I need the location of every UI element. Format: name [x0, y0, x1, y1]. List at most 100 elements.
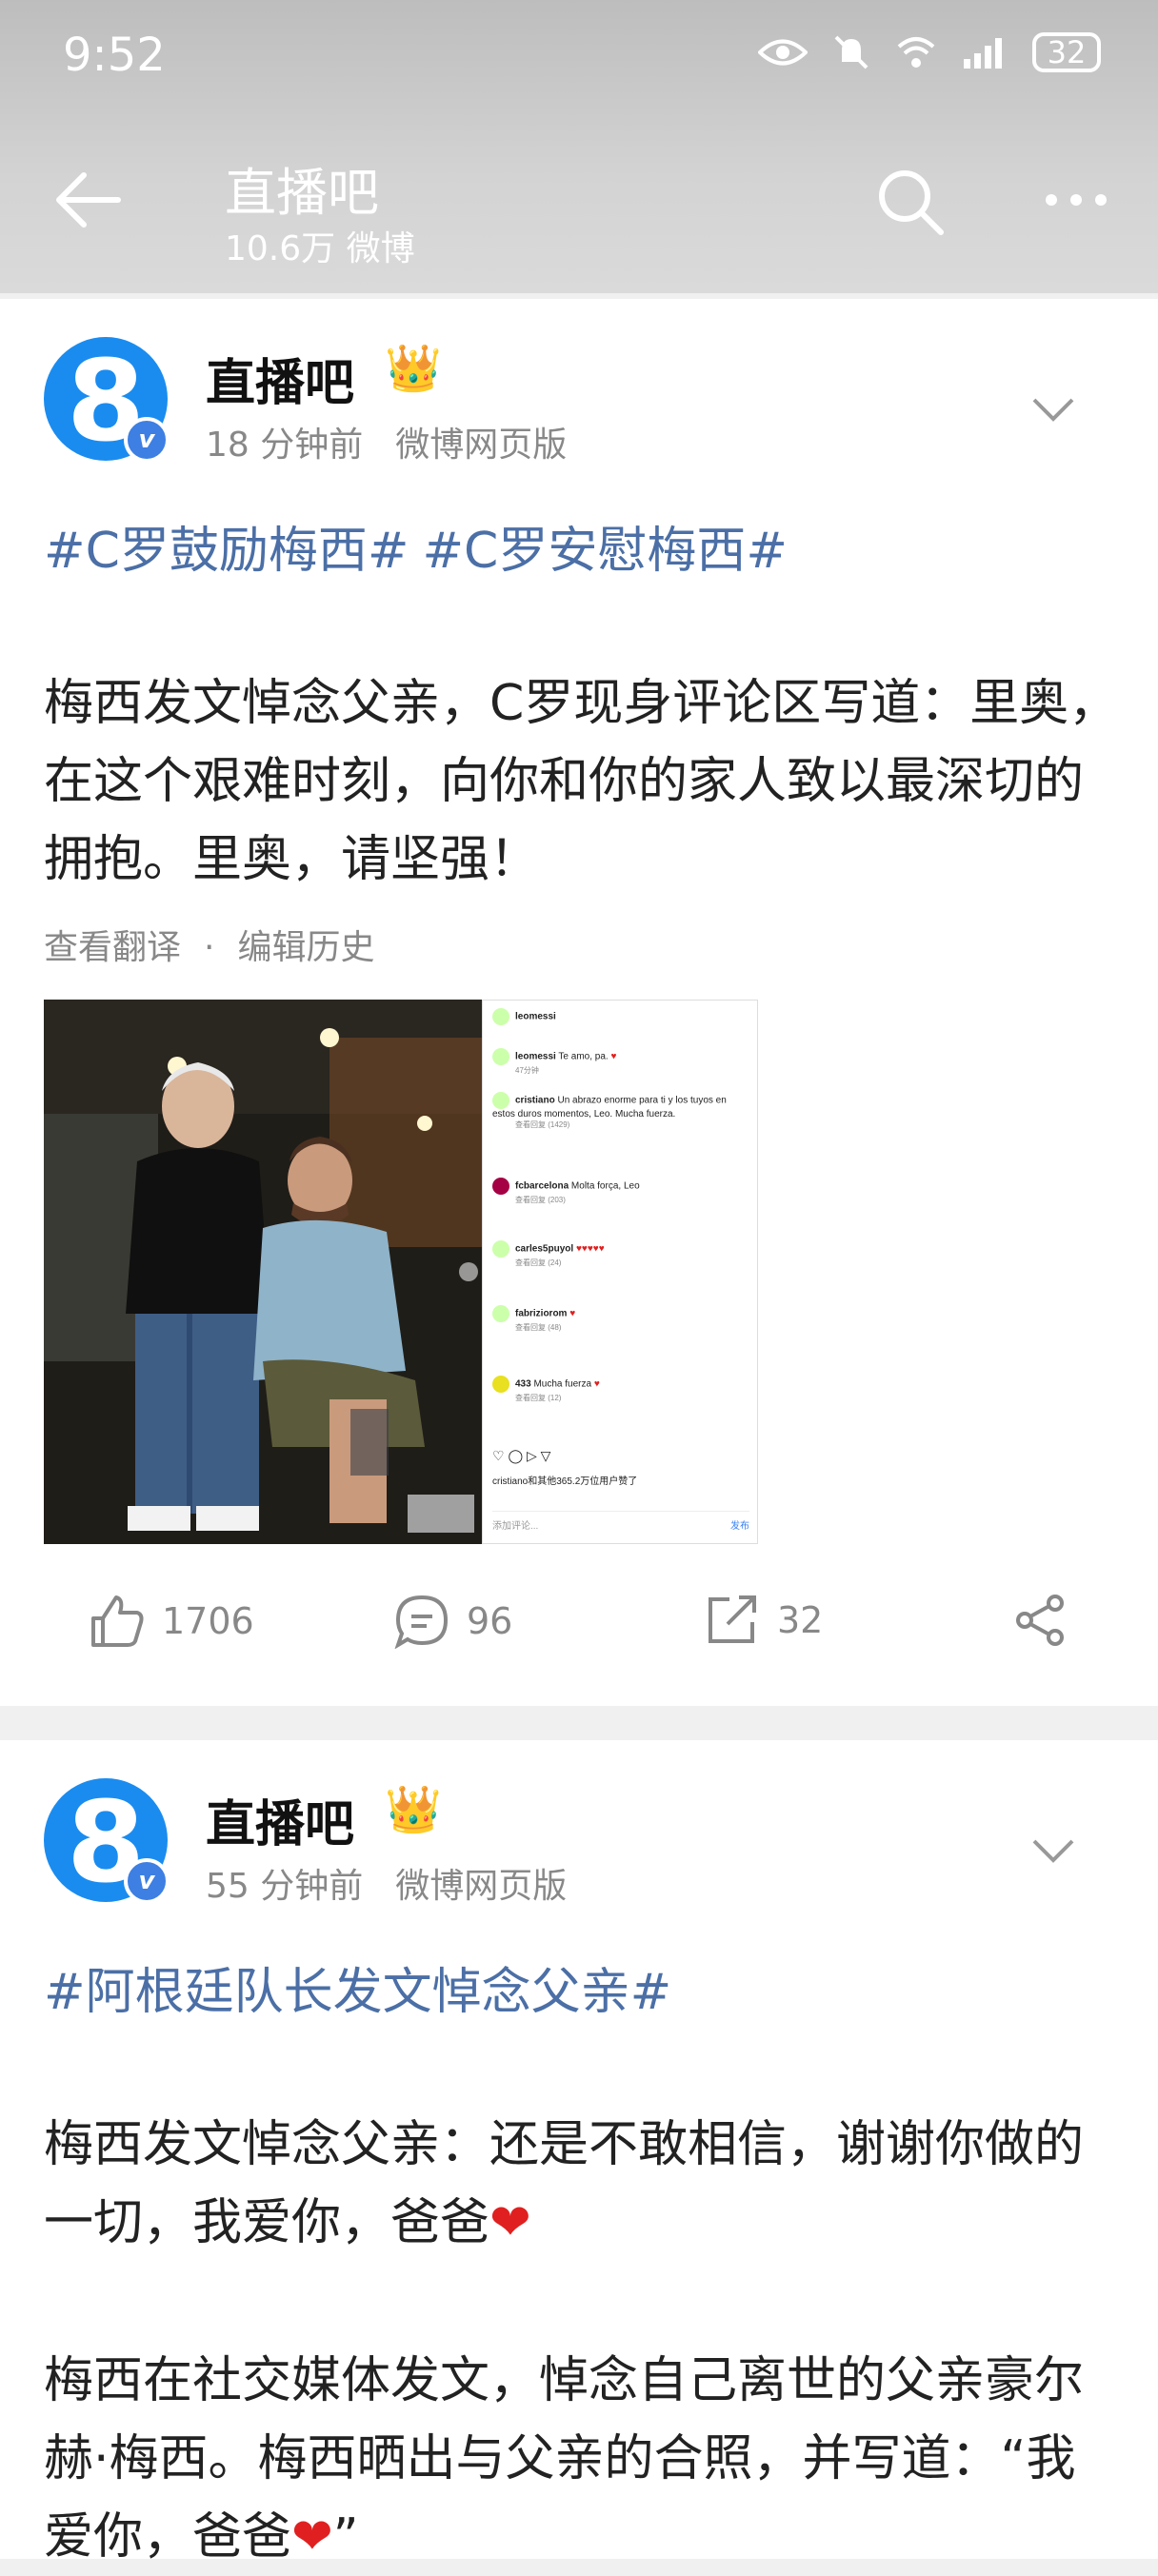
edit-history-link[interactable]: 编辑历史 — [237, 928, 374, 967]
action-bar: 1706 96 32 — [0, 1586, 1158, 1666]
post-paragraph: 梅西在社交媒体发文，悼念自己离世的父亲豪尔赫·梅西。梅西晒出与父亲的合照，并写道… — [44, 2352, 1085, 2566]
post-time: 55 分钟前 — [206, 1867, 364, 1906]
status-time: 9:52 — [63, 29, 166, 82]
wifi-icon — [897, 37, 935, 68]
verified-badge-icon: v — [124, 1858, 170, 1904]
photo-illustration — [44, 1000, 482, 1544]
heart-emoji: ❤ — [489, 2194, 531, 2251]
screenshot-header: leomessi — [492, 1008, 749, 1025]
back-arrow-icon[interactable] — [50, 168, 126, 232]
comment-user: 433 — [515, 1378, 531, 1390]
comment-sub: 查看回复 (203) — [515, 1196, 566, 1204]
comment-sub: 47分钟 — [515, 1066, 539, 1075]
comment-text: Mucha fuerza — [533, 1378, 592, 1390]
share-button[interactable] — [1013, 1594, 1068, 1647]
repost-icon — [709, 1595, 756, 1643]
like-count: 1706 — [162, 1600, 254, 1642]
mute-bell-icon — [834, 35, 868, 69]
hashtags: #阿根廷队长发文悼念父亲# — [44, 1952, 671, 2023]
battery-indicator: 32 — [1032, 32, 1101, 72]
avatar — [492, 1178, 509, 1195]
page-title: 直播吧 — [225, 163, 379, 223]
status-icons: 32 — [758, 32, 1101, 72]
heart-icon: ♥ — [593, 1378, 600, 1390]
screenshot-post-label: 发布 — [730, 1521, 749, 1532]
chevron-down-icon[interactable] — [1028, 390, 1078, 428]
screenshot-comment: carles5puyol ♥♥♥♥♥ 查看回复 (24) — [492, 1240, 749, 1268]
comment-screenshot[interactable]: leomessi leomessi Te amo, pa. ♥ 47分钟 cri… — [482, 1000, 758, 1544]
chevron-down-icon[interactable] — [1028, 1832, 1078, 1870]
avatar — [492, 1092, 509, 1109]
avatar — [492, 1376, 509, 1393]
comment-sub: 查看回复 (24) — [515, 1258, 562, 1267]
translate-link[interactable]: 查看翻译 — [44, 928, 181, 967]
post-text: 梅西在社交媒体发文，悼念自己离世的父亲豪尔赫·梅西。梅西晒出与父亲的合照，并写道… — [44, 2342, 1120, 2576]
repost-count: 32 — [777, 1599, 824, 1641]
comment-user: fabriziorom — [515, 1308, 568, 1319]
page-subtitle: 10.6万 微博 — [225, 229, 415, 268]
search-icon[interactable] — [872, 164, 948, 240]
like-button[interactable]: 1706 — [88, 1594, 254, 1649]
screenshot-comment: leomessi Te amo, pa. ♥ 47分钟 — [492, 1048, 749, 1076]
post-card[interactable]: 8v 直播吧 👑 55 分钟前 微博网页版 #阿根廷队长发文悼念父亲# 梅西发文悼… — [0, 1740, 1158, 2566]
separator-dot: · — [204, 928, 215, 967]
eye-icon — [758, 39, 808, 66]
avatar[interactable]: 8v — [44, 337, 170, 465]
screenshot-comment: 433 Mucha fuerza ♥ 查看回复 (12) — [492, 1376, 749, 1403]
author-name[interactable]: 直播吧 — [206, 1784, 354, 1855]
signal-icon — [964, 38, 1002, 69]
post-links: 查看翻译 · 编辑历史 — [44, 920, 374, 969]
post-meta: 55 分钟前 微博网页版 — [206, 1858, 567, 1908]
post-paragraph: 梅西发文悼念父亲：还是不敢相信，谢谢你做的一切，我爱你，爸爸 — [44, 2116, 1085, 2251]
comment-sub: 查看回复 (48) — [515, 1323, 562, 1332]
avatar — [492, 1048, 509, 1065]
hashtag-link[interactable]: #阿根廷队长发文悼念父亲# — [44, 1964, 671, 2021]
comment-text: ♥♥♥♥♥ — [575, 1243, 605, 1255]
author-name[interactable]: 直播吧 — [206, 343, 354, 414]
comment-user: leomessi — [515, 1051, 556, 1062]
post-source: 微博网页版 — [395, 426, 568, 465]
screenshot-comment: fabriziorom ♥ 查看回复 (48) — [492, 1305, 749, 1333]
like-icon — [91, 1595, 144, 1647]
post-text: 梅西发文悼念父亲：还是不敢相信，谢谢你做的一切，我爱你，爸爸❤ — [44, 2106, 1120, 2262]
comment-text: Te amo, pa. — [558, 1051, 609, 1062]
comment-placeholder: 添加评论... — [492, 1521, 539, 1532]
avatar — [492, 1008, 509, 1025]
share-icon — [1016, 1595, 1064, 1646]
hashtag-link[interactable]: #C罗安慰梅西# — [422, 523, 787, 580]
post-meta: 18 分钟前 微博网页版 — [206, 417, 567, 466]
repost-button[interactable]: 32 — [705, 1594, 823, 1647]
screenshot-action-icons: ♡ ◯ ▷ ▽ — [492, 1448, 551, 1463]
avatar[interactable]: 8v — [44, 1778, 170, 1906]
comment-sub: 查看回复 (1429) — [515, 1120, 570, 1129]
closing-quote: ” — [332, 2508, 359, 2566]
screenshot-comment-bar: 添加评论... 发布 — [492, 1511, 749, 1532]
crown-badge-icon: 👑 — [385, 342, 442, 395]
heart-emoji: ❤ — [291, 2508, 333, 2566]
screenshot-username: leomessi — [515, 1011, 556, 1022]
comment-user: carles5puyol — [515, 1243, 574, 1255]
comment-button[interactable]: 96 — [394, 1594, 512, 1649]
comment-count: 96 — [467, 1600, 513, 1642]
heart-icon: ♥ — [610, 1051, 617, 1062]
hashtag-link[interactable]: #C罗鼓励梅西# — [44, 523, 409, 580]
screenshot-comment: fcbarcelona Molta força, Leo 查看回复 (203) — [492, 1178, 749, 1205]
comment-text: Molta força, Leo — [570, 1180, 640, 1192]
avatar — [492, 1240, 509, 1258]
post-text: 梅西发文悼念父亲，C罗现身评论区写道：里奥，在这个艰难时刻，向你和你的家人致以最… — [44, 675, 1119, 888]
screenshot-comment: cristiano Un abrazo enorme para ti y los… — [492, 1092, 749, 1130]
avatar — [492, 1305, 509, 1322]
post-card[interactable]: 8v 直播吧 👑 18 分钟前 微博网页版 #C罗鼓励梅西# #C罗安慰梅西# 梅西… — [0, 299, 1158, 1706]
comment-text: ♥ — [569, 1308, 576, 1319]
post-source: 微博网页版 — [395, 1867, 568, 1906]
comment-icon — [394, 1595, 449, 1649]
comment-user: cristiano — [515, 1095, 555, 1106]
screenshot-liked-by: cristiano和其他365.2万位用户赞了 — [492, 1476, 638, 1487]
verified-badge-icon: v — [124, 417, 170, 463]
post-photo[interactable] — [44, 1000, 482, 1544]
comment-sub: 查看回复 (12) — [515, 1394, 562, 1402]
more-icon[interactable] — [1038, 171, 1114, 228]
top-bar: 9:52 32 直播吧 10.6万 微博 — [0, 0, 1158, 293]
post-time: 18 分钟前 — [206, 426, 364, 465]
comment-user: fcbarcelona — [515, 1180, 569, 1192]
